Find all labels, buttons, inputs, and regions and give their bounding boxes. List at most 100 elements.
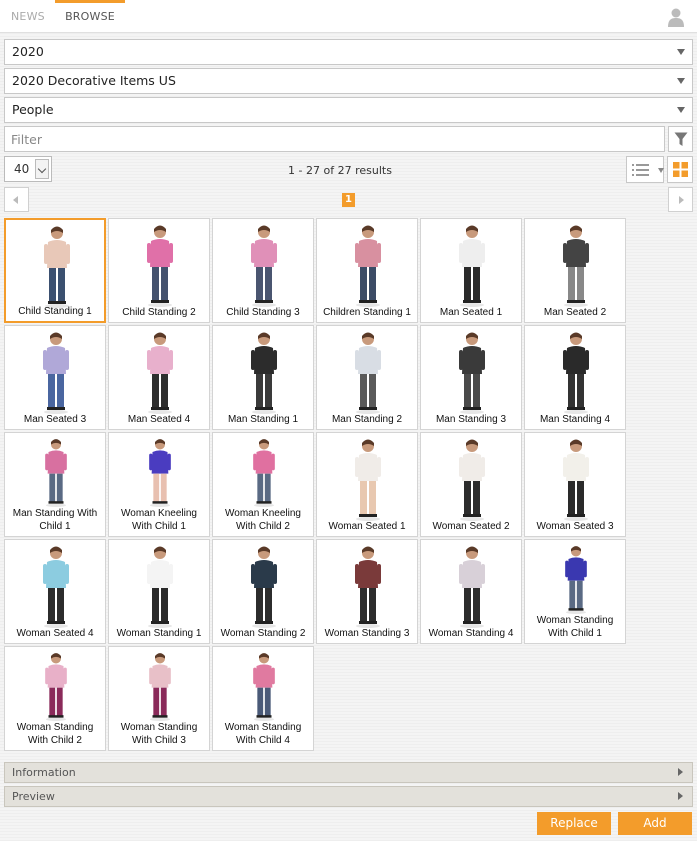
thumbnail-tile[interactable]: Woman Seated 1 <box>316 432 418 537</box>
thumbnail-tile[interactable]: Woman Seated 3 <box>524 432 626 537</box>
preview-panel[interactable]: Preview <box>4 786 693 807</box>
list-icon <box>632 164 649 176</box>
person-thumbnail-icon <box>147 225 173 307</box>
thumbnail-tile[interactable]: Man Standing 2 <box>316 325 418 430</box>
thumbnail-label: Woman Seated 4 <box>16 628 94 639</box>
category-select[interactable]: People <box>4 97 693 123</box>
thumbnail-tile[interactable]: Woman Kneeling With Child 2 <box>212 432 314 537</box>
thumbnail-tile[interactable]: Woman Standing 1 <box>108 539 210 644</box>
filter-button[interactable] <box>668 126 693 152</box>
information-panel[interactable]: Information <box>4 762 693 783</box>
chevron-down-icon <box>677 78 685 84</box>
person-thumbnail-icon <box>355 332 381 414</box>
person-thumbnail-icon <box>251 225 277 307</box>
user-icon[interactable] <box>667 7 685 27</box>
thumbnail-tile[interactable]: Woman Standing With Child 3 <box>108 646 210 751</box>
year-select-value: 2020 <box>12 44 44 59</box>
next-page-button[interactable] <box>668 187 693 212</box>
person-thumbnail-icon <box>147 332 173 414</box>
thumbnail-tile[interactable]: Man Standing With Child 1 <box>4 432 106 537</box>
person-thumbnail-icon <box>355 225 381 307</box>
person-thumbnail-icon <box>459 332 485 414</box>
thumbnail-tile[interactable]: Woman Standing 2 <box>212 539 314 644</box>
thumbnail-label: Woman Kneeling With Child 2 <box>225 508 301 532</box>
filter-input[interactable] <box>4 126 665 152</box>
current-page-number[interactable]: 1 <box>342 193 355 207</box>
caret-down-icon <box>658 168 664 173</box>
thumbnail-label: Woman Standing With Child 2 <box>16 722 94 746</box>
thumbnail-label: Children Standing 1 <box>323 307 411 318</box>
thumbnail-tile[interactable]: Woman Standing With Child 4 <box>212 646 314 751</box>
thumbnail-label: Man Standing 1 <box>227 414 299 425</box>
thumbnail-label: Man Seated 1 <box>439 307 503 318</box>
chevron-right-icon <box>678 792 683 800</box>
thumbnail-label: Woman Seated 2 <box>432 521 510 532</box>
year-select[interactable]: 2020 <box>4 39 693 65</box>
thumbnail-tile[interactable]: Woman Standing With Child 1 <box>524 539 626 644</box>
thumbnail-tile[interactable]: Woman Standing With Child 2 <box>4 646 106 751</box>
person-thumbnail-icon <box>253 439 275 507</box>
tab-bar: NEWS BROWSE <box>0 0 697 33</box>
thumbnail-tile[interactable]: Man Seated 1 <box>420 218 522 323</box>
person-thumbnail-icon <box>149 653 171 721</box>
thumbnail-tile[interactable]: Man Standing 3 <box>420 325 522 430</box>
tab-news[interactable]: NEWS <box>11 0 45 33</box>
thumbnail-label: Woman Standing With Child 4 <box>224 722 302 746</box>
thumbnail-tile[interactable]: Man Standing 4 <box>524 325 626 430</box>
prev-page-button[interactable] <box>4 187 29 212</box>
grid-icon <box>673 162 688 177</box>
thumbnail-tile[interactable]: Children Standing 1 <box>316 218 418 323</box>
thumbnail-label: Woman Standing 1 <box>116 628 202 639</box>
thumbnail-label: Man Standing With Child 1 <box>12 508 98 532</box>
thumbnail-tile[interactable]: Woman Standing 3 <box>316 539 418 644</box>
thumbnail-label: Woman Standing With Child 1 <box>536 615 614 639</box>
person-thumbnail-icon <box>459 546 485 628</box>
thumbnail-tile[interactable]: Child Standing 3 <box>212 218 314 323</box>
thumbnail-tile[interactable]: Woman Kneeling With Child 1 <box>108 432 210 537</box>
person-thumbnail-icon <box>355 546 381 628</box>
tab-browse[interactable]: BROWSE <box>55 0 125 33</box>
catalog-select-value: 2020 Decorative Items US <box>12 73 176 88</box>
thumbnail-label: Woman Seated 3 <box>536 521 614 532</box>
person-thumbnail-icon <box>149 439 171 507</box>
thumbnail-tile[interactable]: Woman Seated 4 <box>4 539 106 644</box>
replace-button[interactable]: Replace <box>537 812 611 835</box>
person-thumbnail-icon <box>459 225 485 307</box>
thumbnail-label: Woman Standing 4 <box>428 628 514 639</box>
thumbnail-tile[interactable]: Man Seated 2 <box>524 218 626 323</box>
person-thumbnail-icon <box>45 439 67 507</box>
person-thumbnail-icon <box>147 546 173 628</box>
funnel-icon <box>674 132 688 146</box>
thumbnail-tile[interactable]: Man Standing 1 <box>212 325 314 430</box>
add-button[interactable]: Add <box>618 812 692 835</box>
thumbnail-label: Woman Seated 1 <box>328 521 406 532</box>
thumbnail-label: Child Standing 1 <box>18 306 92 317</box>
grid-view-button[interactable] <box>667 156 693 183</box>
list-view-button[interactable] <box>626 156 664 183</box>
thumbnail-tile[interactable]: Man Seated 3 <box>4 325 106 430</box>
person-thumbnail-icon <box>43 332 69 414</box>
catalog-select[interactable]: 2020 Decorative Items US <box>4 68 693 94</box>
thumbnail-tile[interactable]: Child Standing 2 <box>108 218 210 323</box>
category-select-value: People <box>12 102 54 117</box>
thumbnail-label: Man Seated 3 <box>23 414 87 425</box>
thumbnail-tile[interactable]: Woman Seated 2 <box>420 432 522 537</box>
thumbnail-label: Man Standing 4 <box>539 414 611 425</box>
person-thumbnail-icon <box>45 653 67 721</box>
chevron-right-icon <box>678 768 683 776</box>
thumbnail-tile[interactable]: Child Standing 1 <box>4 218 106 323</box>
thumbnail-tile[interactable]: Man Seated 4 <box>108 325 210 430</box>
results-count: 1 - 27 of 27 results <box>288 164 392 177</box>
person-thumbnail-icon <box>565 546 587 614</box>
person-thumbnail-icon <box>251 546 277 628</box>
person-thumbnail-icon <box>43 546 69 628</box>
person-thumbnail-icon <box>563 225 589 307</box>
person-thumbnail-icon <box>44 226 70 308</box>
person-thumbnail-icon <box>251 332 277 414</box>
person-thumbnail-icon <box>459 439 485 521</box>
thumbnail-label: Child Standing 2 <box>122 307 196 318</box>
thumbnail-tile[interactable]: Woman Standing 4 <box>420 539 522 644</box>
preview-panel-label: Preview <box>12 790 55 803</box>
thumbnail-label: Man Seated 4 <box>127 414 191 425</box>
thumbnail-label: Woman Standing 2 <box>220 628 306 639</box>
